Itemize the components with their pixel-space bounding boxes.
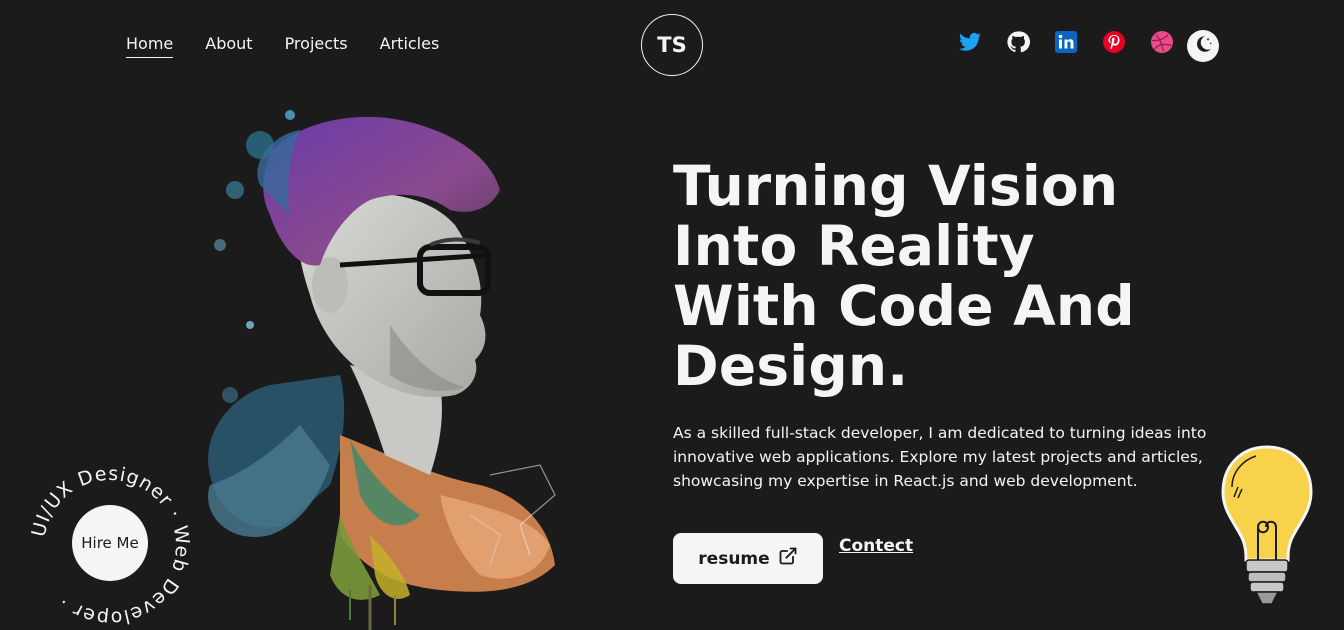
hero-headline: Turning Vision Into Reality With Code An… [673,156,1233,396]
headline-line: Into Reality [673,214,1035,278]
social-links [958,30,1174,54]
lightbulb-illustration [1221,445,1313,605]
headline-line: Turning Vision [673,154,1119,218]
pinterest-icon[interactable] [1102,30,1126,54]
resume-button[interactable]: resume [673,533,823,584]
contact-link[interactable]: Contect [839,536,913,556]
nav-link-home[interactable]: Home [126,34,174,58]
github-icon[interactable] [1006,30,1030,54]
headline-line: Design. [673,334,909,398]
logo[interactable]: TS [641,14,703,76]
nav-link-about[interactable]: About [205,34,252,55]
headline-line: With Code And [673,274,1135,338]
nav-link-projects[interactable]: Projects [285,34,348,55]
twitter-icon[interactable] [958,30,982,54]
profile-illustration [208,110,556,630]
moon-icon [1192,33,1214,59]
resume-label: resume [698,548,770,569]
dribbble-icon[interactable] [1150,30,1174,54]
nav-links: Home About Projects Articles [126,34,440,58]
external-link-icon [778,546,798,571]
hire-me-button[interactable]: Hire Me [72,505,148,581]
linkedin-icon[interactable] [1054,30,1078,54]
nav-link-articles[interactable]: Articles [380,34,440,55]
theme-toggle[interactable] [1187,30,1219,62]
hero-intro: As a skilled full-stack developer, I am … [673,424,1207,490]
